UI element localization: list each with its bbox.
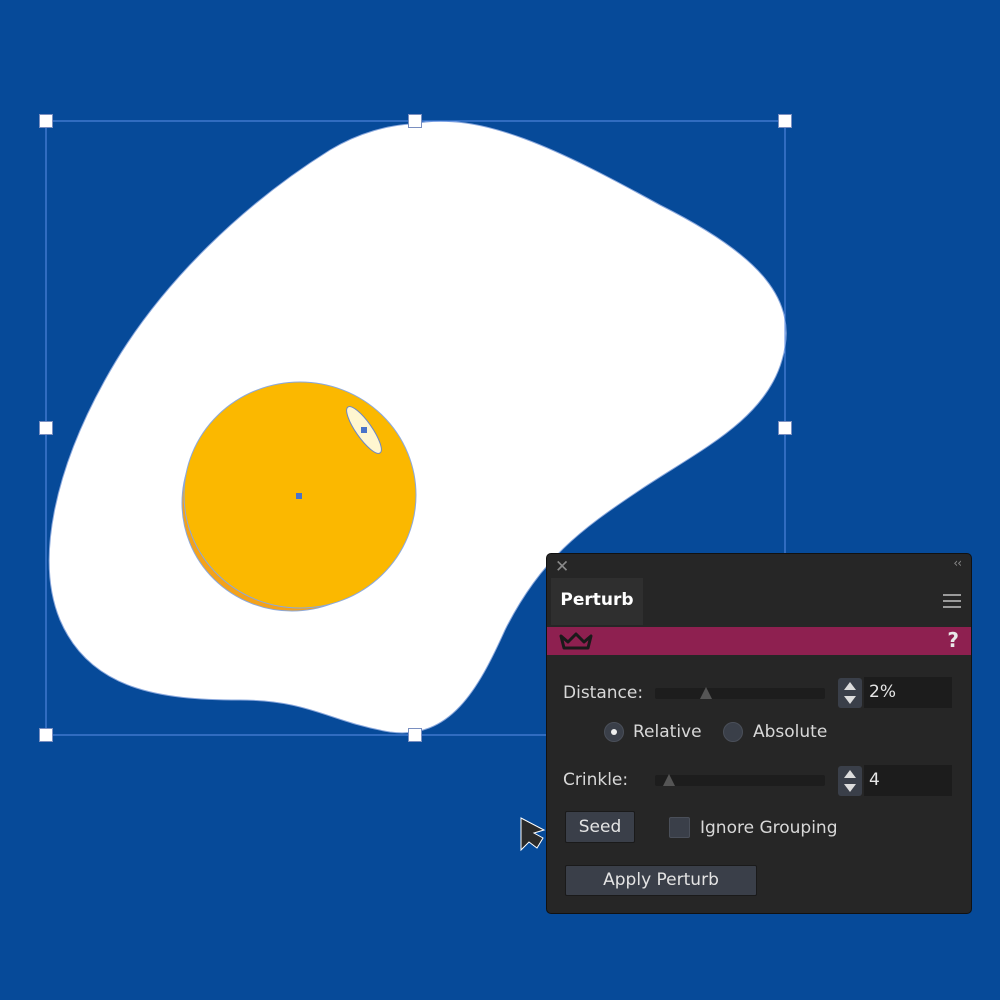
- stepper-up-icon[interactable]: [844, 770, 856, 778]
- ignore-grouping-label: Ignore Grouping: [700, 818, 838, 838]
- perturb-panel: ✕ ‹‹ Perturb ? Distance: 2% Relative Abs…: [546, 553, 972, 914]
- distance-stepper[interactable]: [838, 678, 862, 708]
- crinkle-slider-thumb[interactable]: [662, 774, 675, 786]
- distance-label: Distance:: [563, 683, 644, 703]
- help-button[interactable]: ?: [947, 628, 959, 652]
- egg-yolk[interactable]: [181, 381, 417, 612]
- relative-label: Relative: [633, 722, 702, 742]
- distance-slider-thumb[interactable]: [700, 687, 712, 699]
- resize-handle-bottom[interactable]: [408, 728, 422, 742]
- hamburger-menu-icon[interactable]: [943, 594, 961, 608]
- resize-handle-left[interactable]: [39, 421, 53, 435]
- resize-handle-top-right[interactable]: [778, 114, 792, 128]
- crinkle-slider[interactable]: [655, 774, 825, 786]
- resize-handle-bottom-left[interactable]: [39, 728, 53, 742]
- stepper-down-icon[interactable]: [844, 784, 856, 792]
- resize-handle-top-left[interactable]: [39, 114, 53, 128]
- crown-icon: [559, 632, 593, 650]
- plugin-banner: ?: [547, 627, 971, 655]
- crinkle-label: Crinkle:: [563, 770, 629, 790]
- tab-perturb[interactable]: Perturb: [551, 578, 643, 625]
- relative-radio[interactable]: [604, 722, 624, 742]
- distance-slider[interactable]: [655, 687, 825, 699]
- absolute-label: Absolute: [753, 722, 828, 742]
- ignore-grouping-checkbox[interactable]: [669, 817, 690, 838]
- close-icon[interactable]: ✕: [555, 557, 569, 577]
- apply-perturb-button[interactable]: Apply Perturb: [565, 865, 757, 896]
- distance-value-field[interactable]: 2%: [864, 677, 952, 708]
- seed-button[interactable]: Seed: [565, 811, 635, 843]
- crinkle-stepper[interactable]: [838, 766, 862, 796]
- resize-handle-right[interactable]: [778, 421, 792, 435]
- stepper-down-icon[interactable]: [844, 696, 856, 704]
- resize-handle-top[interactable]: [408, 114, 422, 128]
- crinkle-value-field[interactable]: 4: [864, 765, 952, 796]
- radio-selected-dot: [611, 729, 617, 735]
- stepper-up-icon[interactable]: [844, 682, 856, 690]
- collapse-icon[interactable]: ‹‹: [953, 556, 962, 570]
- mouse-cursor-icon: [520, 817, 546, 852]
- absolute-radio[interactable]: [723, 722, 743, 742]
